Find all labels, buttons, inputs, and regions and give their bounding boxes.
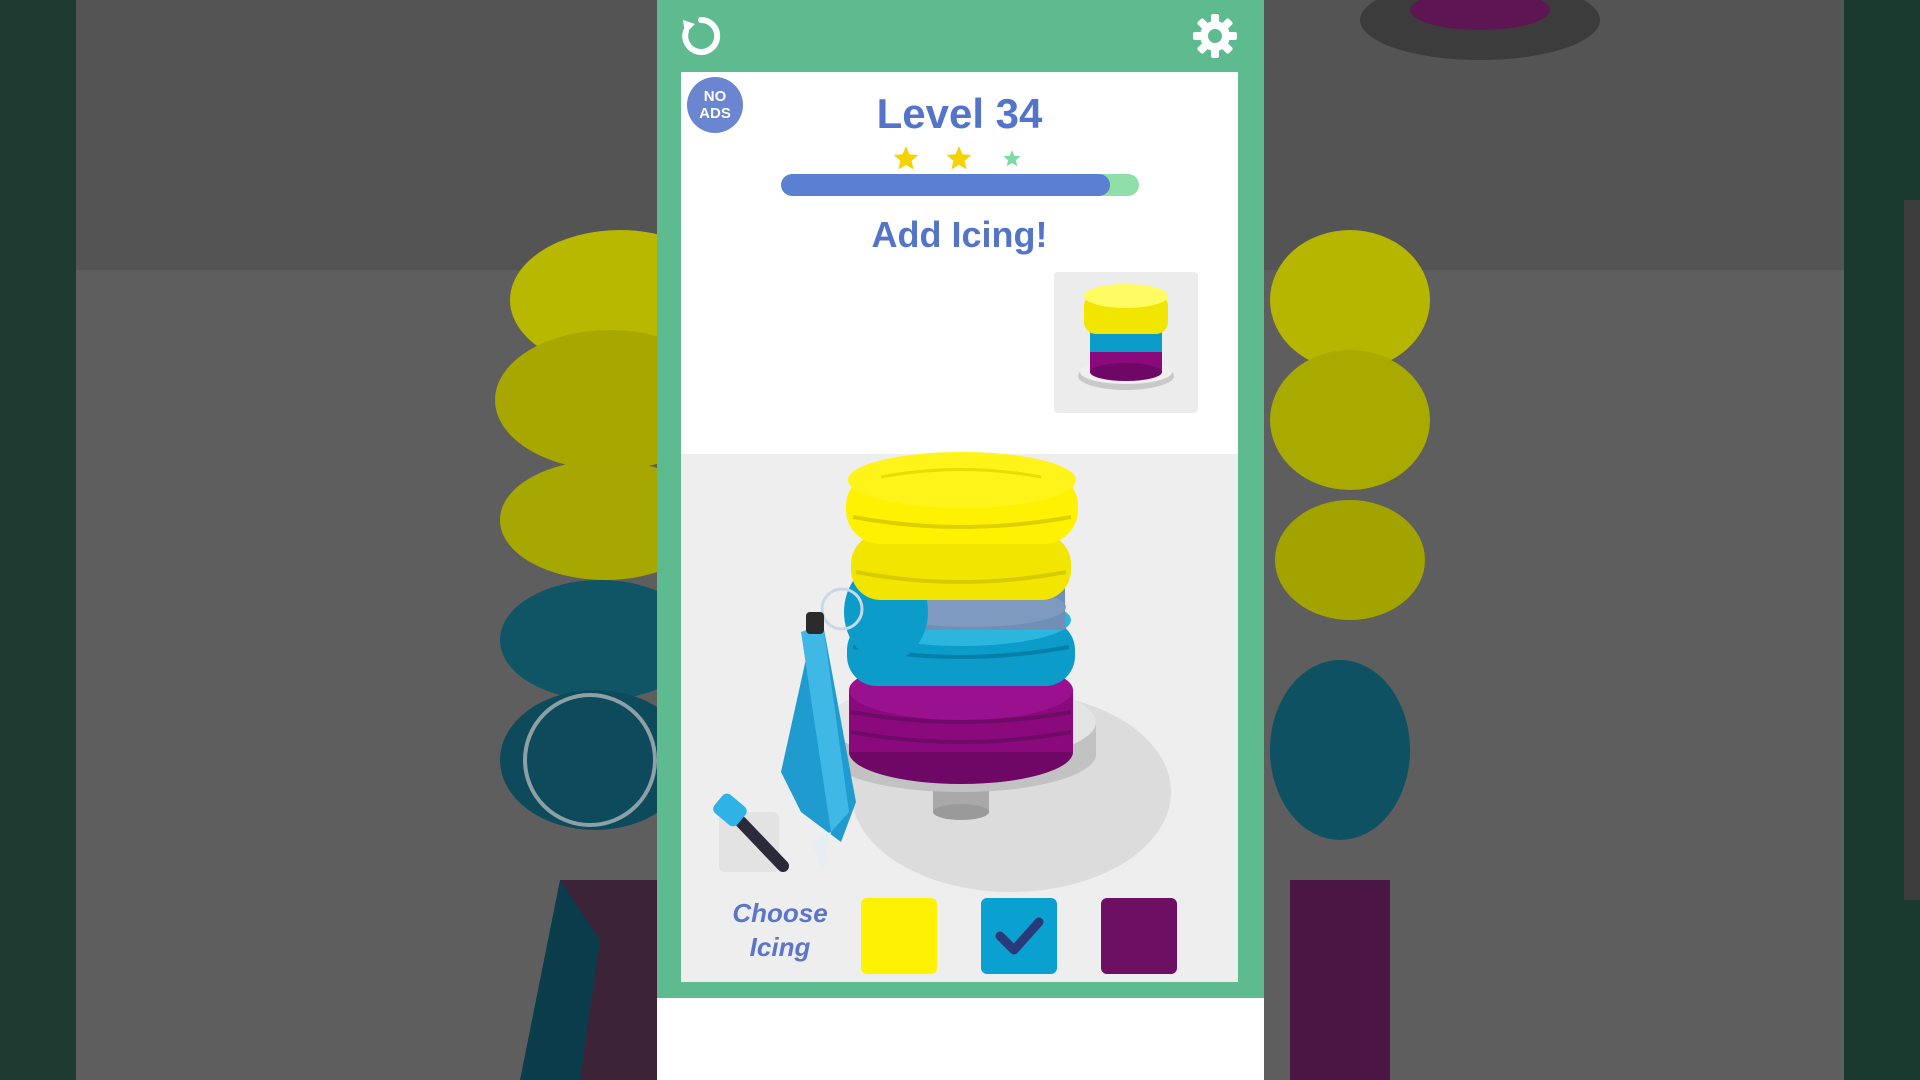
game-frame: NO ADS Level 34 Add Icing! Choose Icing [657, 0, 1264, 998]
gear-icon [1193, 14, 1237, 58]
star-filled-icon [946, 146, 972, 170]
star-filled-icon [893, 146, 919, 170]
choose-icing-line2: Icing [749, 932, 811, 962]
target-cake-image [1078, 284, 1174, 390]
star-rating [893, 146, 1021, 170]
icing-swatch-cyan[interactable] [981, 898, 1057, 974]
settings-button[interactable] [1189, 10, 1241, 62]
restart-button[interactable] [675, 10, 727, 62]
reload-icon [682, 16, 721, 55]
check-icon [995, 917, 1044, 955]
game-screen: NO ADS Level 34 Add Icing! Choose Icing [657, 0, 1264, 1080]
target-cake-preview [1054, 272, 1198, 413]
icing-swatch-yellow[interactable] [861, 898, 937, 974]
level-progress-bar [781, 174, 1139, 196]
spatula-tool-button[interactable] [711, 782, 801, 876]
choose-icing-line1: Choose [732, 898, 828, 928]
play-area: NO ADS Level 34 Add Icing! Choose Icing [681, 72, 1238, 982]
icing-swatch-purple[interactable] [1101, 898, 1177, 974]
level-progress-fill [781, 174, 1111, 196]
choose-icing-label: Choose Icing [726, 896, 834, 964]
spatula-icon [713, 793, 789, 872]
star-empty-icon [1003, 150, 1021, 167]
level-title: Level 34 [876, 90, 1043, 137]
instruction-text: Add Icing! [871, 214, 1048, 255]
